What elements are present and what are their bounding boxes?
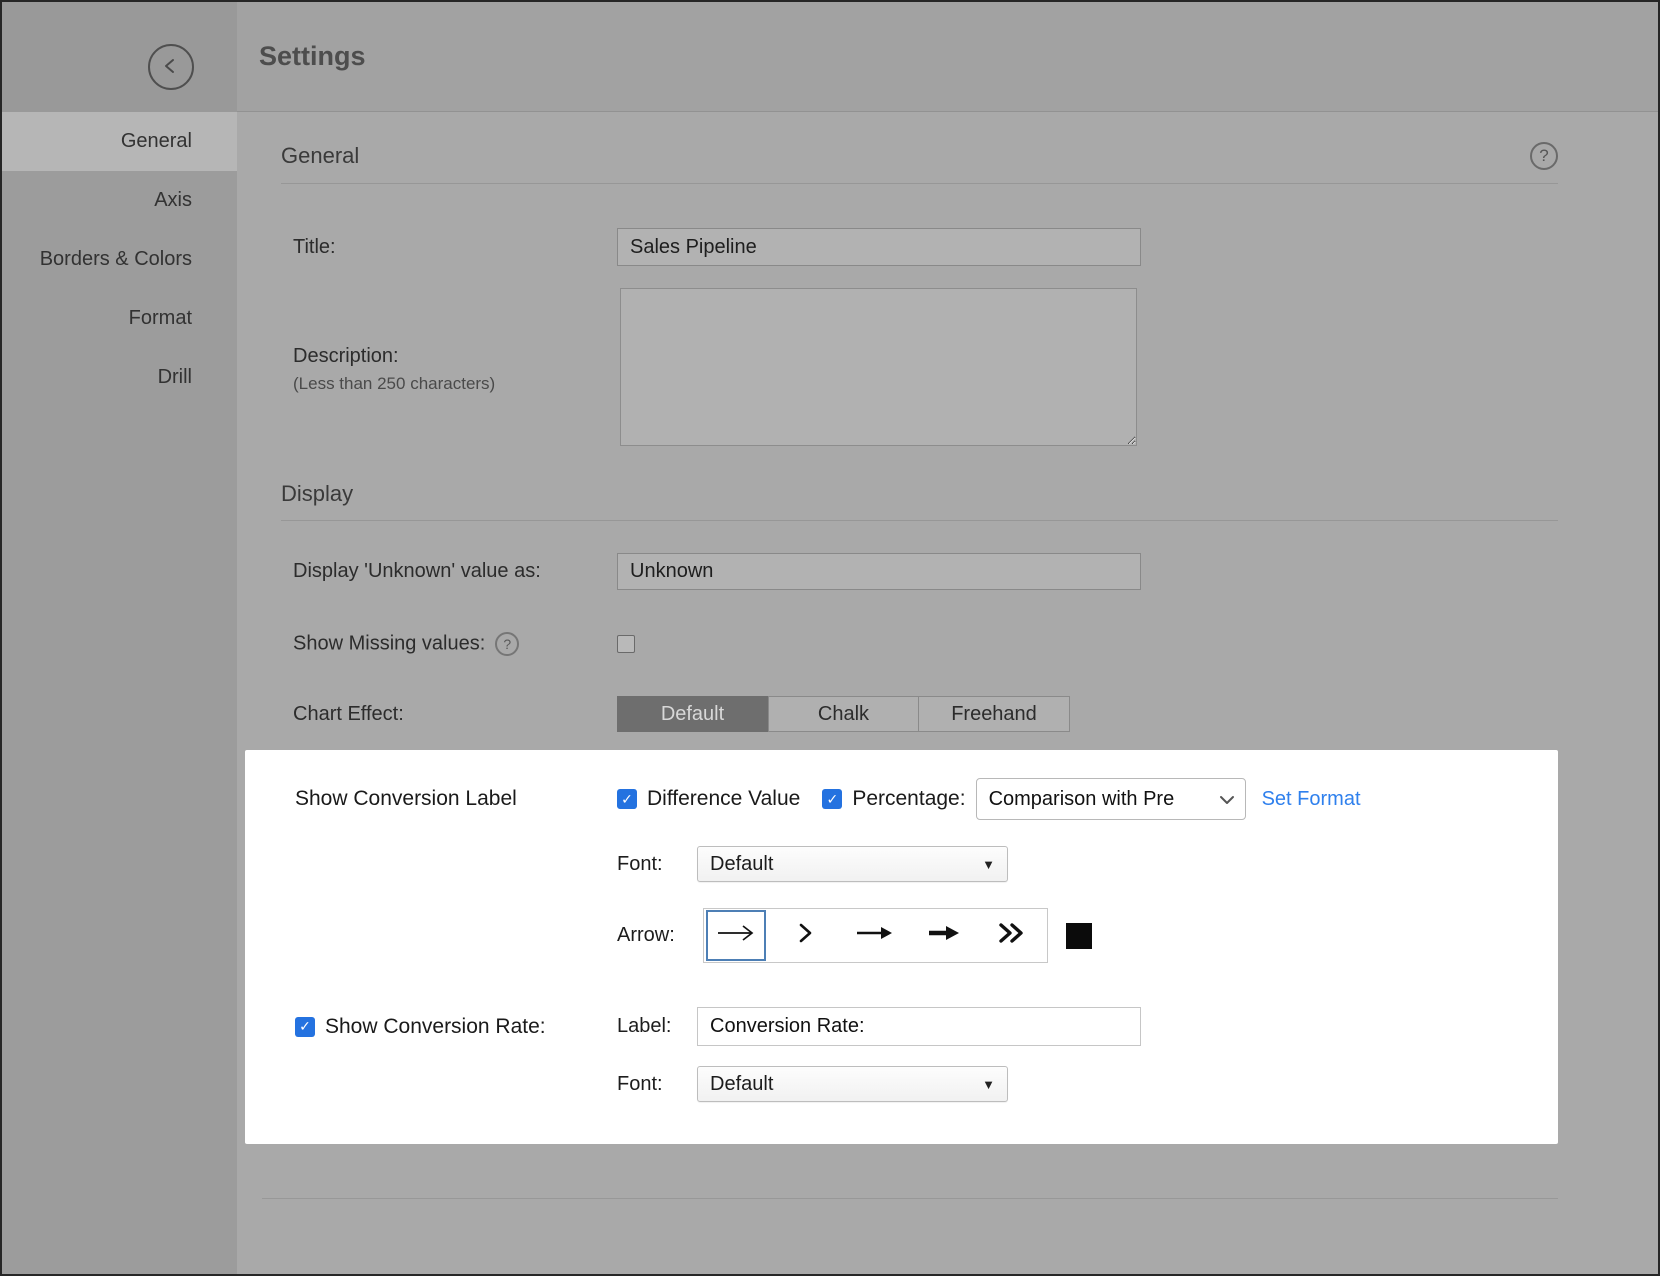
- display-section-head: Display: [281, 481, 1558, 507]
- conversion-label-row: Show Conversion Label ✓ Difference Value…: [295, 778, 1558, 820]
- bold-arrow-icon: [926, 923, 960, 948]
- chevron-left-icon: [161, 56, 181, 79]
- dialog-title: Settings: [237, 2, 1660, 112]
- display-section-title: Display: [281, 481, 353, 507]
- conversion-settings-panel: Show Conversion Label ✓ Difference Value…: [245, 750, 1558, 1144]
- arrow-style-picker: [703, 908, 1048, 963]
- help-icon[interactable]: ?: [495, 632, 519, 656]
- arrow-option-solid-head-arrow[interactable]: [839, 909, 908, 962]
- missing-values-checkbox[interactable]: [617, 635, 635, 653]
- rate-font-row: Font: Default ▼: [295, 1066, 1558, 1102]
- solid-head-arrow-icon: [854, 923, 894, 948]
- label-font-dropdown[interactable]: Default ▼: [697, 846, 1008, 882]
- back-button[interactable]: [148, 44, 194, 90]
- dropdown-arrow-icon: ▼: [982, 857, 995, 872]
- difference-value-checkbox[interactable]: ✓: [617, 789, 637, 809]
- thin-arrow-icon: [715, 922, 757, 949]
- description-row: Description: (Less than 250 characters): [293, 288, 1558, 451]
- arrow-option-bold-arrow[interactable]: [908, 909, 977, 962]
- description-label: Description:: [293, 345, 617, 368]
- chart-effect-segmented-control: Default Chalk Freehand: [617, 696, 1558, 732]
- help-icon[interactable]: ?: [1530, 142, 1558, 170]
- arrow-option-chevron[interactable]: [770, 909, 839, 962]
- font-label: Font:: [617, 853, 697, 876]
- settings-main: Settings General ? Title: Description: (…: [237, 2, 1660, 1274]
- settings-dialog: General Axis Borders & Colors Format Dri…: [0, 0, 1660, 1276]
- title-row: Title:: [293, 228, 1558, 266]
- arrow-option-thin-arrow[interactable]: [706, 910, 766, 961]
- unknown-value-label: Display 'Unknown' value as:: [293, 560, 617, 583]
- arrow-row: Arrow:: [295, 908, 1558, 963]
- chart-effect-row: Chart Effect: Default Chalk Freehand: [293, 696, 1558, 732]
- show-conversion-rate-label: Show Conversion Rate:: [325, 1015, 546, 1039]
- missing-values-label: Show Missing values:?: [293, 632, 617, 656]
- title-label: Title:: [293, 236, 617, 259]
- percentage-label: Percentage:: [852, 787, 965, 811]
- sidebar-item-format[interactable]: Format: [2, 289, 237, 348]
- arrow-option-double-chevron[interactable]: [977, 909, 1046, 962]
- chevron-arrow-icon: [794, 921, 816, 950]
- arrow-color-swatch[interactable]: [1066, 923, 1092, 949]
- label-font-value: Default: [710, 853, 773, 876]
- general-section-head: General ?: [281, 142, 1558, 170]
- set-format-link[interactable]: Set Format: [1262, 788, 1361, 811]
- difference-value-label: Difference Value: [647, 787, 800, 811]
- settings-content: General ? Title: Description: (Less than…: [237, 112, 1660, 1274]
- chart-effect-chalk[interactable]: Chalk: [768, 696, 919, 732]
- footer-divider: [262, 1198, 1558, 1199]
- title-input[interactable]: [617, 228, 1141, 266]
- rate-font-value: Default: [710, 1073, 773, 1096]
- show-conversion-rate-checkbox[interactable]: ✓: [295, 1017, 315, 1037]
- sidebar-item-drill[interactable]: Drill: [2, 348, 237, 407]
- description-hint: (Less than 250 characters): [293, 374, 617, 394]
- settings-sidebar: General Axis Borders & Colors Format Dri…: [2, 2, 237, 1274]
- missing-values-row: Show Missing values:?: [293, 632, 1558, 656]
- sidebar-nav: General Axis Borders & Colors Format Dri…: [2, 112, 237, 407]
- dropdown-arrow-icon: ▼: [982, 1077, 995, 1092]
- description-textarea[interactable]: [620, 288, 1137, 446]
- sidebar-item-general[interactable]: General: [2, 112, 237, 171]
- chevron-down-icon: [1219, 788, 1235, 811]
- arrow-label: Arrow:: [617, 924, 703, 947]
- label-font-row: Font: Default ▼: [295, 846, 1558, 882]
- checkmark-icon: ✓: [621, 791, 633, 808]
- rate-label-label: Label:: [617, 1015, 697, 1038]
- general-section-title: General: [281, 143, 359, 169]
- checkmark-icon: ✓: [826, 791, 838, 808]
- percentage-checkbox[interactable]: ✓: [822, 789, 842, 809]
- conversion-rate-row: ✓ Show Conversion Rate: Label:: [295, 1007, 1558, 1046]
- sidebar-item-borders-colors[interactable]: Borders & Colors: [2, 230, 237, 289]
- chart-effect-default[interactable]: Default: [617, 696, 768, 732]
- comparison-select-value: Comparison with Pre: [989, 788, 1219, 811]
- chart-effect-label: Chart Effect:: [293, 703, 617, 726]
- chart-effect-freehand[interactable]: Freehand: [919, 696, 1070, 732]
- conversion-rate-label-input[interactable]: [697, 1007, 1141, 1046]
- checkmark-icon: ✓: [299, 1018, 311, 1035]
- show-conversion-label: Show Conversion Label: [295, 787, 617, 811]
- sidebar-item-axis[interactable]: Axis: [2, 171, 237, 230]
- section-divider: [281, 520, 1558, 521]
- section-divider: [281, 183, 1558, 184]
- double-chevron-icon: [996, 921, 1028, 950]
- unknown-value-row: Display 'Unknown' value as:: [293, 553, 1558, 590]
- rate-font-dropdown[interactable]: Default ▼: [697, 1066, 1008, 1102]
- font-label: Font:: [617, 1073, 697, 1096]
- unknown-value-input[interactable]: [617, 553, 1141, 590]
- sidebar-header: [2, 2, 237, 112]
- comparison-select[interactable]: Comparison with Pre: [976, 778, 1246, 820]
